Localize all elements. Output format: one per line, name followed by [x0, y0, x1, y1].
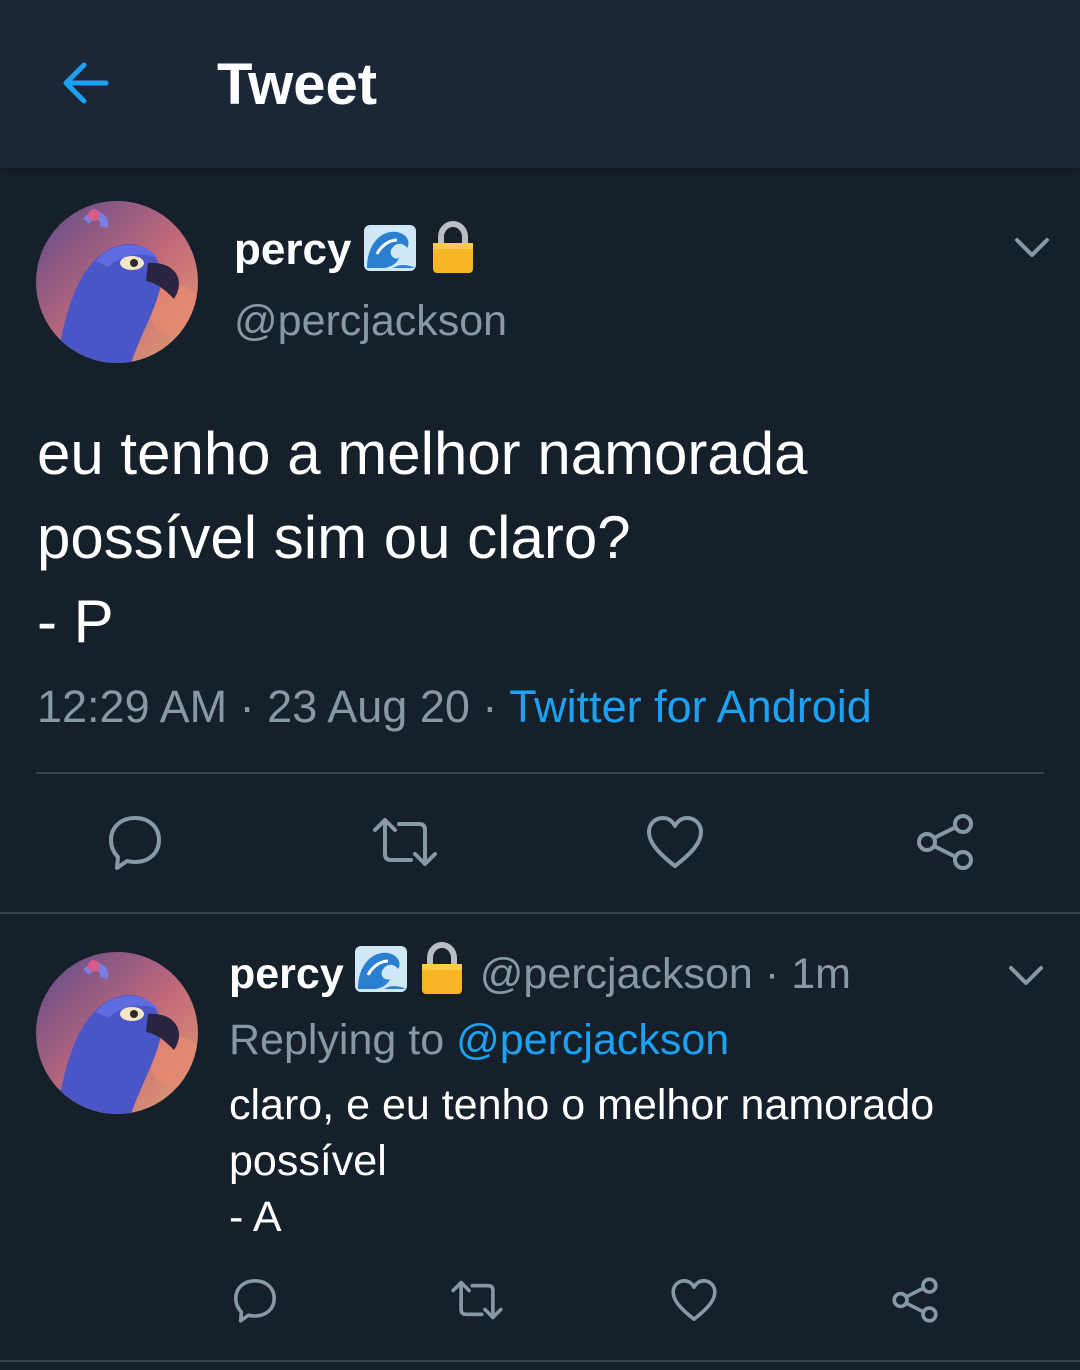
meta-separator: · [239, 681, 255, 732]
page-title: Tweet [217, 52, 378, 117]
lock-icon [431, 220, 475, 280]
author-name: percy [234, 225, 352, 274]
like-button[interactable] [670, 1276, 718, 1329]
retweet-button[interactable] [371, 812, 439, 877]
avatar-image [36, 201, 198, 363]
back-button[interactable] [58, 56, 112, 110]
reply-avatar[interactable] [36, 952, 198, 1114]
avatar[interactable] [36, 201, 198, 363]
share-icon [892, 1277, 938, 1323]
share-button[interactable] [915, 812, 975, 877]
mention-link[interactable]: @percjackson [456, 1016, 729, 1064]
reply-text-line: claro, e eu tenho o melhor namorado [229, 1081, 935, 1129]
arrow-left-icon [63, 62, 109, 104]
retweet-icon [373, 818, 437, 866]
lock-icon [420, 941, 464, 1007]
meta-separator: · [764, 949, 780, 998]
chevron-down-icon[interactable] [1008, 964, 1044, 988]
author-handle: @percjackson [234, 297, 508, 345]
tweet-time: 12:29 AM [37, 681, 228, 732]
divider [36, 772, 1044, 774]
tweet-source-link[interactable]: Twitter for Android [509, 681, 872, 732]
reply-text-line: - A [229, 1193, 282, 1241]
reply-age: 1m [791, 949, 851, 998]
like-button[interactable] [645, 812, 705, 877]
share-button[interactable] [891, 1276, 939, 1329]
meta-separator: · [482, 681, 498, 732]
reply-text: claro, e eu tenho o melhor namorado poss… [229, 1077, 1049, 1245]
reply-button[interactable] [105, 812, 165, 877]
tweet-meta: 12:29 AM · 23 Aug 20 · Twitter for Andro… [37, 680, 872, 734]
avatar-image [36, 952, 198, 1114]
author-name: percy [229, 949, 344, 998]
reply-icon [234, 1279, 276, 1323]
replying-to: Replying to @percjackson [229, 1013, 729, 1067]
reply-icon [109, 816, 161, 870]
tweet-author[interactable]: percy [234, 220, 475, 280]
retweet-button[interactable] [450, 1276, 504, 1329]
divider [0, 1360, 1080, 1362]
chevron-down-icon[interactable] [1014, 236, 1050, 260]
replying-prefix: Replying to [229, 1016, 445, 1064]
wave-icon [363, 224, 417, 277]
tweet-text-line: eu tenho a melhor namorada [37, 420, 808, 487]
divider [0, 912, 1080, 914]
reply-button[interactable] [231, 1276, 279, 1329]
reply-text-line: possível [229, 1137, 387, 1185]
like-icon [647, 816, 703, 868]
tweet-text-line: - P [37, 588, 114, 655]
reply-author[interactable]: percy @percjackson · 1m [229, 941, 851, 1004]
wave-icon [354, 945, 408, 1004]
share-icon [917, 814, 973, 870]
tweet-text: eu tenho a melhor namorada possível sim … [37, 412, 1047, 664]
tweet-text-line: possível sim ou claro? [37, 504, 631, 571]
retweet-icon [451, 1280, 503, 1320]
tweet-date: 23 Aug 20 [267, 681, 470, 732]
like-icon [671, 1279, 717, 1321]
app-header: Tweet [0, 0, 1080, 168]
author-handle: @percjackson [479, 949, 753, 998]
